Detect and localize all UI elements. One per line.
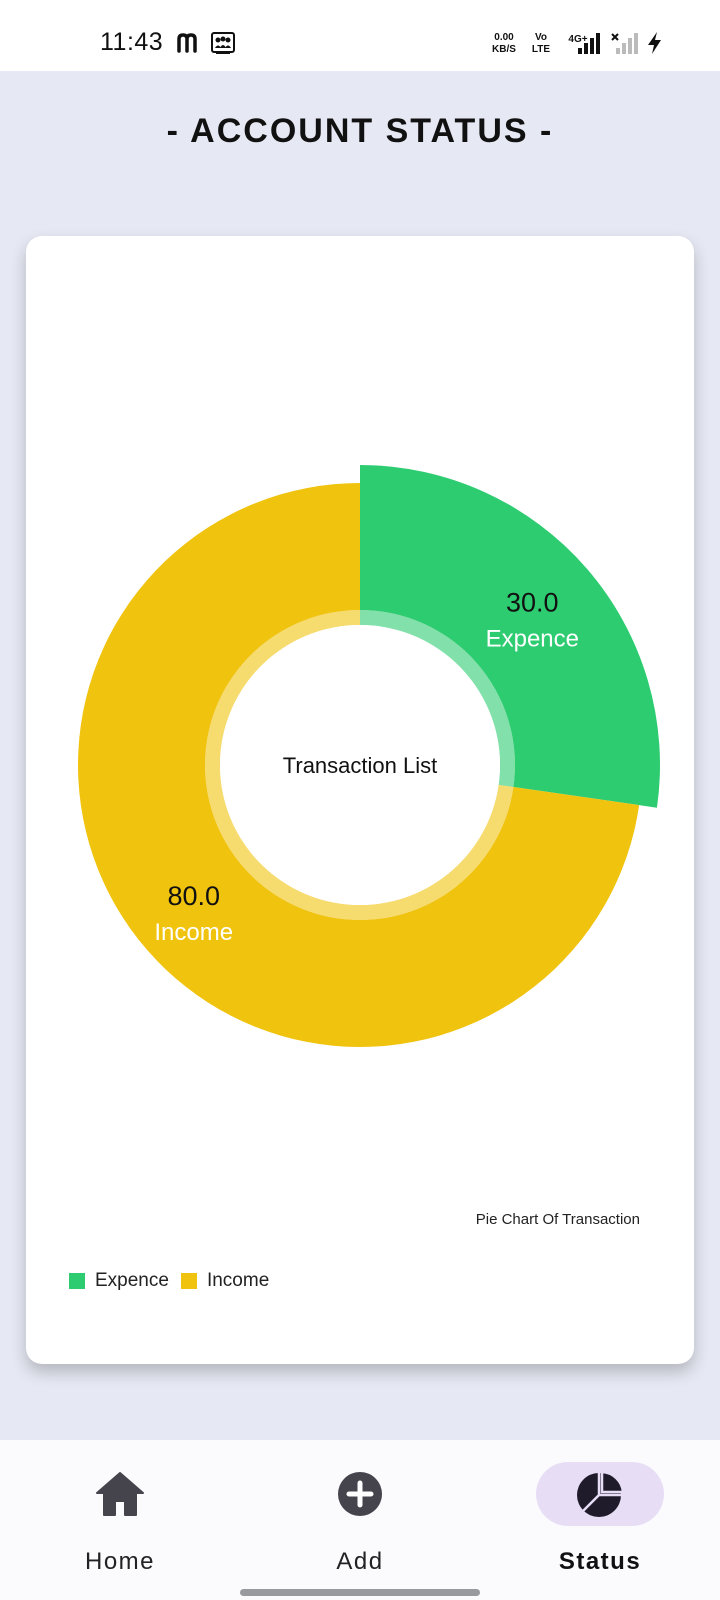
net-speed-unit: KB/S: [492, 44, 516, 55]
legend-swatch-expence: [69, 1273, 85, 1289]
nav-item-home[interactable]: Home: [20, 1462, 220, 1582]
chart-description: Pie Chart Of Transaction: [475, 1211, 640, 1228]
nav-label-home: Home: [84, 1548, 156, 1575]
volte-top: Vo: [534, 32, 548, 43]
page-title: - ACCOUNT STATUS -: [166, 112, 554, 150]
nav-label-status: Status: [558, 1548, 642, 1575]
charging-icon: [648, 32, 661, 54]
nav-item-status[interactable]: Status: [500, 1462, 700, 1582]
status-bar: 11:43 0.00 KB/S Vo LTE 4G+: [0, 0, 720, 71]
legend-label-income: Income: [206, 1270, 270, 1291]
net-speed-value: 0.00: [494, 32, 514, 43]
chart-card: [26, 236, 694, 1364]
volte-bottom: LTE: [531, 44, 551, 55]
gesture-home-indicator[interactable]: [240, 1589, 480, 1596]
signal-icon: [578, 33, 600, 54]
legend-swatch-income: [180, 1273, 197, 1289]
nav-item-add[interactable]: Add: [260, 1462, 460, 1582]
chart-legend: Expence Income: [69, 1270, 281, 1292]
status-time: 11:43: [100, 28, 164, 56]
legend-item-income: Income: [180, 1270, 270, 1292]
signal-off-icon: [611, 33, 638, 54]
pie-chart-icon: [577, 1470, 625, 1517]
bottom-navigation: Home Add Status: [0, 1440, 720, 1600]
m-app-icon: [177, 33, 197, 53]
team-icon: [211, 32, 235, 54]
legend-label-expence: Expence: [95, 1270, 169, 1291]
legend-item-expence: Expence: [69, 1270, 169, 1292]
home-icon: [96, 1472, 144, 1516]
add-circle-icon: [338, 1472, 382, 1516]
nav-label-add: Add: [336, 1548, 384, 1575]
